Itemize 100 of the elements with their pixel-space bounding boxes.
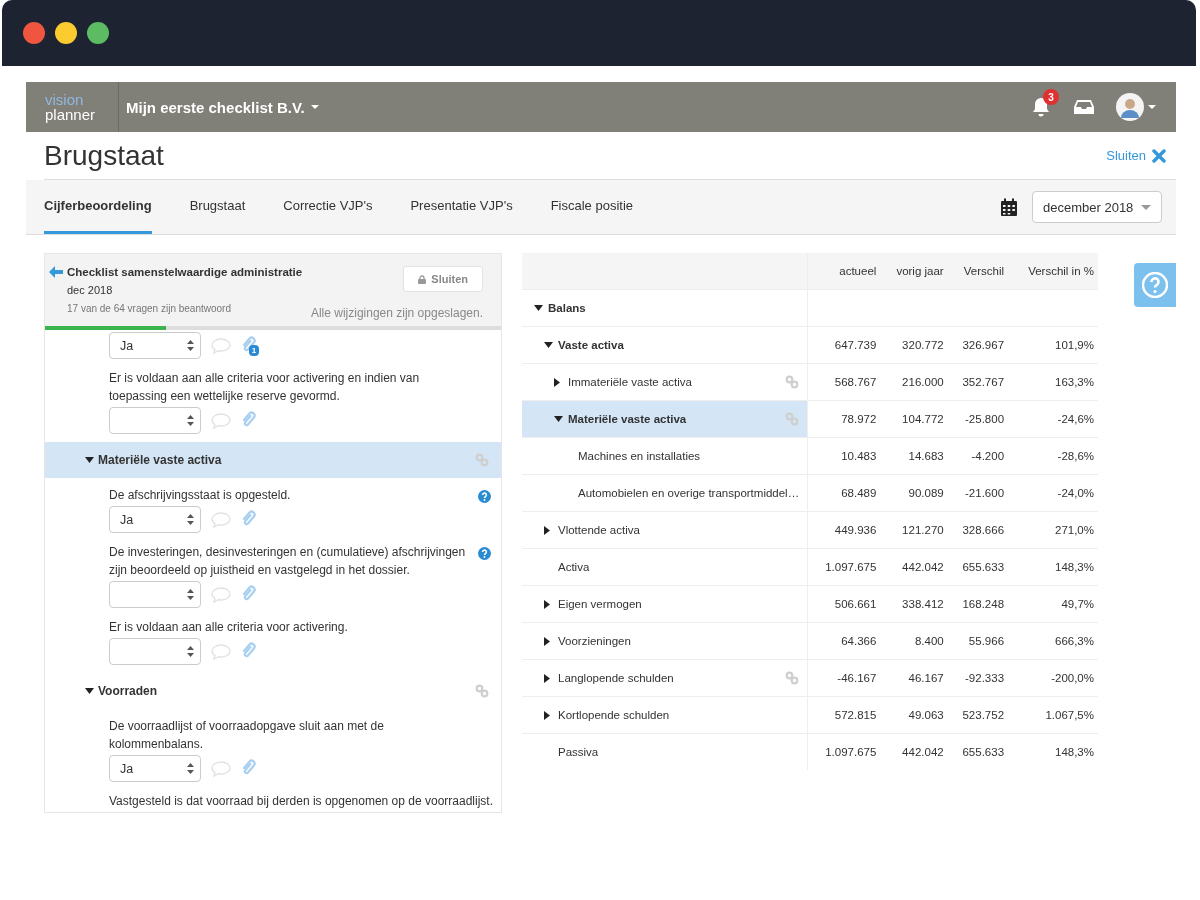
question-text: De voorraadlijst of voorraadopgave sluit aan met de kolommenbalans. xyxy=(109,718,385,753)
answer-select[interactable]: Ja xyxy=(109,755,201,782)
paperclip-icon[interactable] xyxy=(241,335,257,354)
question-text: De investeringen, desinvesteringen en (cumulatieve) afschrijvingen zijn beoordeeld op juistheid en vastgelegd in het dossier. xyxy=(109,544,467,579)
row-name-cell[interactable]: Passiva xyxy=(522,733,808,770)
zoom-window-button[interactable] xyxy=(87,22,109,44)
value-cell: -92.333 xyxy=(947,659,1009,697)
value-cell: 655.633 xyxy=(947,548,1009,586)
value-cell: -24,0% xyxy=(1008,474,1098,512)
lock-button[interactable]: Sluiten xyxy=(403,266,483,292)
column-header: actueel xyxy=(807,253,881,290)
updown-arrow-icon xyxy=(187,340,194,351)
paperclip-icon[interactable] xyxy=(241,410,257,429)
column-header: vorig jaar xyxy=(880,253,948,290)
row-name-cell[interactable]: Machines en installaties xyxy=(522,437,808,475)
value-cell: 101,9% xyxy=(1008,326,1098,364)
close-window-button[interactable] xyxy=(23,22,45,44)
value-cell: -28,6% xyxy=(1008,437,1098,475)
updown-arrow-icon xyxy=(187,763,194,774)
paperclip-icon[interactable] xyxy=(241,509,257,528)
page-title: Brugstaat xyxy=(44,139,164,172)
link-icon xyxy=(785,375,800,389)
period-select[interactable]: december 2018 xyxy=(1032,191,1162,223)
question-text: De afschrijvingsstaat is opgesteld. xyxy=(109,487,292,504)
value-cell: 666,3% xyxy=(1008,622,1098,660)
value-cell: 216.000 xyxy=(880,363,948,401)
value-cell: 572.815 xyxy=(807,696,881,734)
checklist-date: dec 2018 xyxy=(67,284,114,296)
value-cell: 328.666 xyxy=(947,511,1009,549)
avatar-icon xyxy=(1116,93,1144,121)
value-cell: 49,7% xyxy=(1008,585,1098,623)
row-name-cell[interactable]: Langlopende schulden xyxy=(522,659,808,697)
value-cell: -21.600 xyxy=(947,474,1009,512)
tab[interactable]: Fiscale positie xyxy=(550,180,634,234)
checklist-title: Checklist samenstelwaardige administratie xyxy=(67,266,303,278)
help-icon[interactable] xyxy=(478,490,491,503)
answer-select[interactable]: Ja xyxy=(109,332,201,359)
calendar-icon[interactable] xyxy=(1000,197,1018,217)
value-cell: 168.248 xyxy=(947,585,1009,623)
user-menu[interactable] xyxy=(1116,93,1156,121)
row-name-cell[interactable]: Automobielen en overige transportmiddel… xyxy=(522,474,808,512)
paperclip-icon[interactable] xyxy=(241,641,257,660)
expand-icon[interactable] xyxy=(544,636,550,646)
value-cell: 523.752 xyxy=(947,696,1009,734)
value-cell: 148,3% xyxy=(1008,733,1098,770)
answer-select[interactable]: Ja xyxy=(109,506,201,533)
value-cell: 1.067,5% xyxy=(1008,696,1098,734)
collapse-icon[interactable] xyxy=(544,342,553,348)
row-name-cell[interactable]: Materiële vaste activa xyxy=(522,400,808,438)
collapse-icon[interactable] xyxy=(554,416,563,422)
tab[interactable]: Cijferbeoordeling xyxy=(44,180,152,234)
tab[interactable]: Correctie VJP's xyxy=(283,180,373,234)
row-name-cell[interactable]: Eigen vermogen xyxy=(522,585,808,623)
value-cell: 64.366 xyxy=(807,622,881,660)
row-name-cell[interactable]: Activa xyxy=(522,548,808,586)
link-icon xyxy=(475,684,489,698)
help-icon[interactable] xyxy=(478,547,491,560)
collapse-icon[interactable] xyxy=(85,688,94,694)
value-cell: -46.167 xyxy=(807,659,881,697)
minimize-window-button[interactable] xyxy=(55,22,77,44)
caret-icon xyxy=(1141,204,1151,210)
expand-icon[interactable] xyxy=(544,673,550,683)
question-text: Er is voldaan aan alle criteria voor activering en indien van toepassing een wettelijke reserve gevormd. xyxy=(109,370,421,405)
section-header[interactable]: Voorraden xyxy=(45,673,501,709)
row-name-cell[interactable]: Vlottende activa xyxy=(522,511,808,549)
section-header[interactable]: Materiële vaste activa xyxy=(45,442,501,478)
caret-icon xyxy=(1148,105,1156,109)
expand-icon[interactable] xyxy=(544,599,550,609)
logo[interactable]: vision planner xyxy=(26,82,119,132)
value-cell: 1.097.675 xyxy=(807,733,881,770)
help-button[interactable] xyxy=(1134,263,1176,307)
collapse-icon[interactable] xyxy=(85,457,94,463)
company-dropdown[interactable]: Mijn eerste checklist B.V. xyxy=(120,98,325,116)
paperclip-icon[interactable] xyxy=(241,758,257,777)
section-title: Voorraden xyxy=(98,684,158,698)
value-cell: 121.270 xyxy=(880,511,948,549)
row-name-cell[interactable]: Kortlopende schulden xyxy=(522,696,808,734)
paperclip-icon[interactable] xyxy=(241,584,257,603)
value-cell: -4.200 xyxy=(947,437,1009,475)
expand-icon[interactable] xyxy=(554,377,560,387)
row-name-cell[interactable]: Balans xyxy=(522,289,808,327)
value-cell: 55.966 xyxy=(947,622,1009,660)
section-title: Materiële vaste activa xyxy=(98,453,222,467)
tab[interactable]: Presentatie VJP's xyxy=(410,180,513,234)
value-cell: 442.042 xyxy=(880,548,948,586)
progress-text: 17 van de 64 vragen zijn beantwoord xyxy=(67,303,232,314)
tab[interactable]: Brugstaat xyxy=(189,180,246,234)
value-cell: 68.489 xyxy=(807,474,881,512)
expand-icon[interactable] xyxy=(544,525,550,535)
back-arrow-icon[interactable] xyxy=(49,266,63,278)
inbox-icon[interactable] xyxy=(1074,99,1094,115)
collapse-icon[interactable] xyxy=(534,305,543,311)
value-cell: 78.972 xyxy=(807,400,881,438)
expand-icon[interactable] xyxy=(544,710,550,720)
column-header: Verschil in % xyxy=(1008,253,1098,290)
row-name-cell[interactable]: Vaste activa xyxy=(522,326,808,364)
value-cell: 49.063 xyxy=(880,696,948,734)
row-name-cell[interactable]: Voorzieningen xyxy=(522,622,808,660)
value-cell: 338.412 xyxy=(880,585,948,623)
link-icon xyxy=(785,671,800,685)
